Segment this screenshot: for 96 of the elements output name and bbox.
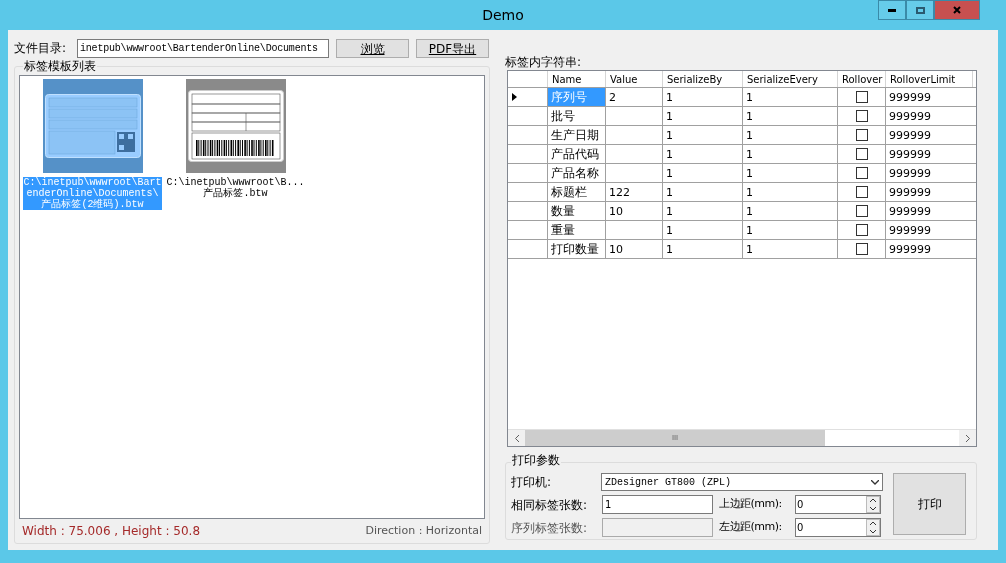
table-cell[interactable]: 122 [606,183,663,201]
column-header[interactable]: Rollover [838,71,886,87]
table-cell[interactable]: 10 [606,240,663,258]
dropdown-caret-icon [871,479,879,485]
table-cell[interactable]: 999999 [886,107,973,125]
margin-label: 上边距(mm): [719,496,783,513]
table-cell[interactable]: 999999 [886,202,973,220]
same-count-label: 相同标签张数: [511,496,589,514]
close-button[interactable] [934,0,980,20]
label-size-text: Width : 75.006 , Height : 50.8 [22,523,201,540]
table-cell[interactable]: 999999 [886,221,973,239]
table-cell[interactable]: 1 [663,183,743,201]
minimize-button[interactable] [878,0,906,20]
table-cell[interactable]: 1 [663,107,743,125]
table-cell[interactable]: 生产日期 [548,126,606,144]
strings-title: 标签内字符串: [505,54,583,70]
table-cell[interactable]: 重量 [548,221,606,239]
table-cell[interactable]: 1 [743,202,838,220]
direction-text: Direction : Horizontal [365,522,482,539]
printer-dropdown[interactable]: ZDesigner GT800 (ZPL) [601,473,883,491]
column-header[interactable]: SerializeBy [663,71,743,87]
table-row[interactable]: 数量 10 1 1 999999 [508,202,976,221]
column-header[interactable]: RolloverLimit [886,71,973,87]
column-header[interactable]: Value [606,71,663,87]
margin-spinbox[interactable]: 0 [795,518,881,537]
margin-spinbox[interactable]: 0 [795,495,881,514]
table-cell[interactable]: 1 [743,183,838,201]
table-cell[interactable]: 1 [743,107,838,125]
label-thumbnail-drawing[interactable] [44,94,141,158]
print-button[interactable]: 打印 [893,473,966,535]
rollover-checkbox[interactable] [855,148,868,160]
rollover-checkbox[interactable] [855,110,868,122]
column-header[interactable]: Name [548,71,606,87]
printer-label: 打印机: [511,474,553,491]
browse-button[interactable]: 浏览 [336,38,409,58]
table-cell[interactable]: 10 [606,202,663,220]
table-cell[interactable]: 1 [743,221,838,239]
group-title: 标签模板列表 [23,58,97,74]
same-count-field[interactable]: 1 [602,495,713,514]
window-title: Demo [482,5,524,25]
directory-field[interactable]: inetpub\wwwroot\BartenderOnline\Documents [77,38,329,58]
rollover-checkbox[interactable] [855,91,868,103]
table-cell[interactable]: 1 [663,202,743,220]
table-cell[interactable]: 999999 [886,126,973,144]
table-cell[interactable]: 1 [663,221,743,239]
table-cell[interactable]: 1 [663,145,743,163]
rollover-checkbox[interactable] [855,205,868,217]
table-row[interactable]: 标题栏 122 1 1 999999 [508,183,976,202]
table-row[interactable]: 生产日期 1 1 999999 [508,126,976,145]
column-header[interactable]: SerializeEvery [743,71,838,87]
table-row[interactable]: 序列号 2 1 1 999999 [508,88,976,107]
spin-arrows-icon [866,496,880,513]
directory-label: 文件目录: [14,40,68,57]
margin-label: 左边距(mm): [719,519,783,536]
minimize-icon [888,8,896,12]
table-cell[interactable]: 1 [663,240,743,258]
label-thumbnail-drawing[interactable] [187,90,284,162]
table-row[interactable]: 打印数量 10 1 1 999999 [508,240,976,259]
table-cell[interactable]: 999999 [886,145,973,163]
group-title: 打印参数 [511,452,561,468]
table-cell[interactable]: 999999 [886,164,973,182]
table-row[interactable]: 产品代码 1 1 999999 [508,145,976,164]
table-cell[interactable]: 999999 [886,88,973,106]
table-cell[interactable]: 1 [663,126,743,144]
rollover-checkbox[interactable] [855,129,868,141]
maximize-button[interactable] [906,0,934,20]
table-cell[interactable]: 1 [743,126,838,144]
table-cell[interactable]: 2 [606,88,663,106]
table-row[interactable]: 重量 1 1 999999 [508,221,976,240]
table-cell[interactable]: 999999 [886,240,973,258]
table-cell[interactable]: 产品代码 [548,145,606,163]
table-cell[interactable]: 打印数量 [548,240,606,258]
rollover-checkbox[interactable] [855,243,868,255]
current-row-icon [512,93,517,101]
pdf-export-button[interactable]: PDF导出 [416,38,489,58]
table-cell[interactable]: 标题栏 [548,183,606,201]
table-cell[interactable]: 1 [743,145,838,163]
table-cell[interactable]: 数量 [548,202,606,220]
table-row[interactable]: 产品名称 1 1 999999 [508,164,976,183]
maximize-icon [915,6,925,14]
close-icon [953,6,961,14]
table-cell[interactable]: 1 [663,164,743,182]
table-cell[interactable]: 1 [743,164,838,182]
spin-arrows-icon [866,519,880,536]
table-cell[interactable]: 批号 [548,107,606,125]
table-cell[interactable]: 1 [743,240,838,258]
rollover-checkbox[interactable] [855,224,868,236]
rollover-checkbox[interactable] [855,167,868,179]
table-cell[interactable]: 1 [743,88,838,106]
template-caption[interactable]: C:\inetpub\wwwroot\B... 产品标签.btw [166,177,305,199]
rollover-checkbox[interactable] [855,186,868,198]
table-row[interactable]: 批号 1 1 999999 [508,107,976,126]
table-cell[interactable]: 999999 [886,183,973,201]
table-cell[interactable]: 产品名称 [548,164,606,182]
serial-count-label: 序列标签张数: [511,519,589,537]
table-cell[interactable]: 1 [663,88,743,106]
